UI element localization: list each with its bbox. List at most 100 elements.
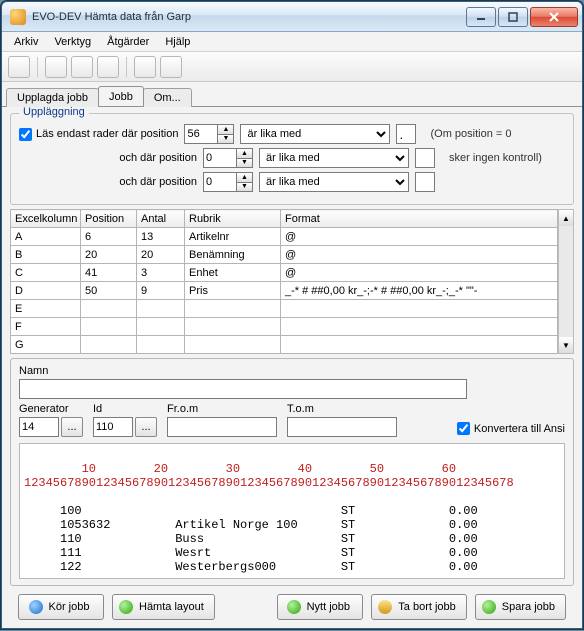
spin-up-icon[interactable]: ▲ <box>237 148 253 158</box>
tab-om[interactable]: Om... <box>143 88 192 107</box>
table-cell[interactable]: @ <box>281 228 558 246</box>
table-cell[interactable]: D <box>11 282 81 300</box>
col-header-position[interactable]: Position <box>81 210 137 228</box>
table-cell[interactable]: C <box>11 264 81 282</box>
from-input[interactable] <box>167 417 277 437</box>
table-cell[interactable]: @ <box>281 264 558 282</box>
pos3-spinner[interactable]: ▲▼ <box>203 172 253 192</box>
minimize-button[interactable] <box>466 7 496 27</box>
table-cell[interactable] <box>137 336 185 354</box>
tool-globe-button[interactable] <box>8 56 30 78</box>
table-row[interactable]: A613Artikelnr@ <box>11 228 558 246</box>
table-cell[interactable] <box>81 336 137 354</box>
spin-down-icon[interactable]: ▼ <box>237 182 253 193</box>
table-cell[interactable] <box>281 300 558 318</box>
table-row[interactable]: C413Enhet@ <box>11 264 558 282</box>
val3-input[interactable] <box>415 172 435 192</box>
table-row[interactable]: G <box>11 336 558 354</box>
table-row[interactable]: F <box>11 318 558 336</box>
table-cell[interactable] <box>185 300 281 318</box>
table-row[interactable]: B2020Benämning@ <box>11 246 558 264</box>
pos3-input[interactable] <box>203 172 237 192</box>
tool-check-button[interactable] <box>71 56 93 78</box>
generator-browse-button[interactable]: ... <box>61 417 83 437</box>
table-cell[interactable]: 9 <box>137 282 185 300</box>
col-header-rubrik[interactable]: Rubrik <box>185 210 281 228</box>
table-cell[interactable]: @ <box>281 246 558 264</box>
tool-refresh-button[interactable] <box>134 56 156 78</box>
table-cell[interactable]: 20 <box>81 246 137 264</box>
table-cell[interactable] <box>185 318 281 336</box>
table-cell[interactable]: Pris <box>185 282 281 300</box>
table-cell[interactable]: Enhet <box>185 264 281 282</box>
tab-jobb[interactable]: Jobb <box>98 86 144 106</box>
close-button[interactable] <box>530 7 578 27</box>
columns-table[interactable]: Excelkolumn Position Antal Rubrik Format… <box>10 209 558 354</box>
table-cell[interactable] <box>185 336 281 354</box>
table-cell[interactable]: Artikelnr <box>185 228 281 246</box>
table-cell[interactable]: Benämning <box>185 246 281 264</box>
tom-input[interactable] <box>287 417 397 437</box>
menu-hjalp[interactable]: Hjälp <box>157 34 198 50</box>
col-header-antal[interactable]: Antal <box>137 210 185 228</box>
spara-jobb-button[interactable]: Spara jobb <box>475 594 566 620</box>
val2-input[interactable] <box>415 148 435 168</box>
pos2-input[interactable] <box>203 148 237 168</box>
table-cell[interactable] <box>137 300 185 318</box>
tool-edit-button[interactable] <box>160 56 182 78</box>
id-browse-button[interactable]: ... <box>135 417 157 437</box>
konvertera-checkbox-input[interactable] <box>457 422 470 435</box>
table-cell[interactable] <box>137 318 185 336</box>
spin-down-icon[interactable]: ▼ <box>218 134 234 145</box>
table-cell[interactable]: 50 <box>81 282 137 300</box>
maximize-button[interactable] <box>498 7 528 27</box>
read-only-checkbox[interactable]: Läs endast rader där position <box>19 128 178 141</box>
table-cell[interactable]: 13 <box>137 228 185 246</box>
op1-select[interactable]: är lika med <box>240 124 390 144</box>
menu-arkiv[interactable]: Arkiv <box>6 34 46 50</box>
hamta-layout-button[interactable]: Hämta layout <box>112 594 215 620</box>
pos2-spinner[interactable]: ▲▼ <box>203 148 253 168</box>
table-cell[interactable]: F <box>11 318 81 336</box>
table-cell[interactable]: A <box>11 228 81 246</box>
konvertera-checkbox[interactable]: Konvertera till Ansi <box>457 422 565 435</box>
table-cell[interactable] <box>281 336 558 354</box>
menu-atgarder[interactable]: Åtgärder <box>99 34 157 50</box>
table-cell[interactable]: 3 <box>137 264 185 282</box>
spin-down-icon[interactable]: ▼ <box>237 158 253 169</box>
spin-up-icon[interactable]: ▲ <box>218 124 234 134</box>
kor-jobb-button[interactable]: Kör jobb <box>18 594 104 620</box>
table-row[interactable]: D509Pris_-* # ##0,00 kr_-;-* # ##0,00 kr… <box>11 282 558 300</box>
tool-db-button[interactable] <box>97 56 119 78</box>
table-scrollbar[interactable]: ▲ ▼ <box>558 209 574 354</box>
table-cell[interactable]: 20 <box>137 246 185 264</box>
table-cell[interactable]: _-* # ##0,00 kr_-;-* # ##0,00 kr_-;_-* "… <box>281 282 558 300</box>
ta-bort-jobb-button[interactable]: Ta bort jobb <box>371 594 466 620</box>
table-cell[interactable]: 6 <box>81 228 137 246</box>
spin-up-icon[interactable]: ▲ <box>237 172 253 182</box>
scroll-down-icon[interactable]: ▼ <box>559 337 573 353</box>
scroll-up-icon[interactable]: ▲ <box>559 210 573 226</box>
table-cell[interactable] <box>81 318 137 336</box>
table-cell[interactable]: G <box>11 336 81 354</box>
pos1-spinner[interactable]: ▲▼ <box>184 124 234 144</box>
menu-verktyg[interactable]: Verktyg <box>46 34 99 50</box>
tab-upplagda-jobb[interactable]: Upplagda jobb <box>6 88 99 107</box>
nytt-jobb-button[interactable]: Nytt jobb <box>277 594 363 620</box>
table-row[interactable]: E <box>11 300 558 318</box>
scroll-track[interactable] <box>559 226 573 337</box>
id-input[interactable] <box>93 417 133 437</box>
val1-input[interactable] <box>396 124 416 144</box>
pos1-input[interactable] <box>184 124 218 144</box>
col-header-format[interactable]: Format <box>281 210 558 228</box>
generator-input[interactable] <box>19 417 59 437</box>
table-cell[interactable] <box>81 300 137 318</box>
op3-select[interactable]: är lika med <box>259 172 409 192</box>
read-only-checkbox-input[interactable] <box>19 128 32 141</box>
table-cell[interactable] <box>281 318 558 336</box>
tool-add-button[interactable] <box>45 56 67 78</box>
op2-select[interactable]: är lika med <box>259 148 409 168</box>
table-cell[interactable]: 41 <box>81 264 137 282</box>
namn-input[interactable] <box>19 379 467 399</box>
table-cell[interactable]: E <box>11 300 81 318</box>
